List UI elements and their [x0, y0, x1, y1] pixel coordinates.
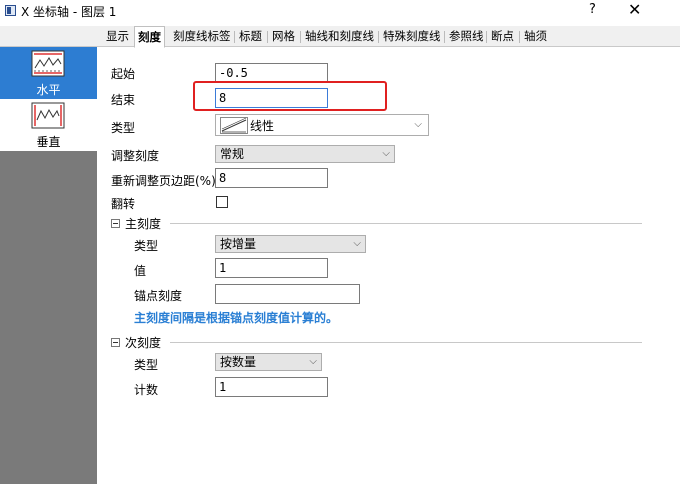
rescale-select[interactable]: 常规 ⌵: [215, 145, 395, 163]
tab-scale[interactable]: 刻度: [134, 26, 165, 48]
tab-reference-lines[interactable]: 参照线: [446, 28, 487, 45]
end-label: 结束: [111, 93, 136, 107]
scale-type-value: 线性: [250, 119, 275, 133]
major-value-label: 值: [134, 264, 147, 278]
flip-checkbox[interactable]: [216, 196, 228, 208]
tab-separator: [486, 31, 487, 43]
sidebar-item-vertical[interactable]: 垂直: [0, 99, 97, 151]
close-button[interactable]: ✕: [628, 0, 641, 19]
rescale-value: 常规: [220, 147, 245, 161]
minor-type-select[interactable]: 按数量 ⌵: [215, 353, 322, 371]
tab-separator: [378, 31, 379, 43]
tab-separator: [234, 31, 235, 43]
flip-label: 翻转: [111, 197, 136, 211]
chevron-down-icon: ⌵: [414, 119, 422, 130]
chevron-down-icon: ⌵: [382, 148, 390, 159]
rescale-label: 调整刻度: [111, 149, 160, 163]
window-icon: [5, 5, 16, 16]
tab-breaks[interactable]: 断点: [488, 28, 517, 45]
tab-bar: 显示 刻度 刻度线标签 标题 网格 轴线和刻度线 特殊刻度线 参照线 断点 轴须: [0, 26, 680, 48]
type-label: 类型: [111, 121, 136, 135]
axis-sidebar: 水平 垂直: [0, 47, 97, 484]
anchor-tick-input[interactable]: [215, 284, 360, 304]
sidebar-item-label: 水平: [36, 83, 61, 97]
tab-separator: [519, 31, 520, 43]
tab-tick-labels[interactable]: 刻度线标签: [170, 28, 234, 45]
tab-rug[interactable]: 轴须: [521, 28, 550, 45]
sidebar-item-label: 垂直: [36, 135, 61, 149]
major-ticks-group-label: 主刻度: [125, 217, 162, 231]
highlight-box: [193, 81, 387, 111]
sidebar-item-horizontal[interactable]: 水平: [0, 47, 97, 99]
minor-type-label: 类型: [134, 358, 159, 372]
tab-special-ticks[interactable]: 特殊刻度线: [380, 28, 444, 45]
minor-count-input[interactable]: 1: [215, 377, 328, 397]
group-divider: [170, 342, 642, 343]
anchor-tick-label: 锚点刻度: [134, 289, 183, 303]
tab-title[interactable]: 标题: [236, 28, 265, 45]
chevron-down-icon: ⌵: [353, 238, 361, 249]
start-input[interactable]: -0.5: [215, 63, 328, 83]
rescale-margin-label: 重新调整页边距(%): [111, 174, 216, 188]
start-label: 起始: [111, 67, 136, 81]
horizontal-axis-icon: [31, 50, 65, 77]
minor-type-value: 按数量: [220, 355, 257, 369]
title-bar: X 坐标轴 - 图层 1 ? ✕: [0, 0, 680, 22]
window-title: X 坐标轴 - 图层 1: [21, 5, 117, 19]
major-value-input[interactable]: 1: [215, 258, 328, 278]
group-divider: [170, 223, 642, 224]
major-type-label: 类型: [134, 239, 159, 253]
scale-type-select[interactable]: 线性 ⌵: [215, 114, 429, 136]
major-ticks-note: 主刻度间隔是根据锚点刻度值计算的。: [134, 311, 339, 325]
chevron-down-icon: ⌵: [309, 356, 317, 367]
tab-axis-and-ticks[interactable]: 轴线和刻度线: [302, 28, 377, 45]
major-type-value: 按增量: [220, 237, 257, 251]
minor-collapse-icon[interactable]: [111, 338, 120, 347]
tab-separator: [300, 31, 301, 43]
minor-ticks-group-label: 次刻度: [125, 336, 162, 350]
tab-display[interactable]: 显示: [103, 28, 132, 45]
major-type-select[interactable]: 按增量 ⌵: [215, 235, 366, 253]
help-button[interactable]: ?: [589, 2, 596, 17]
tab-grid[interactable]: 网格: [269, 28, 298, 45]
vertical-axis-icon: [31, 102, 65, 129]
tab-separator: [267, 31, 268, 43]
major-collapse-icon[interactable]: [111, 219, 120, 228]
linear-scale-icon: [220, 117, 248, 134]
rescale-margin-input[interactable]: 8: [215, 168, 328, 188]
tab-separator: [444, 31, 445, 43]
minor-count-label: 计数: [134, 383, 159, 397]
